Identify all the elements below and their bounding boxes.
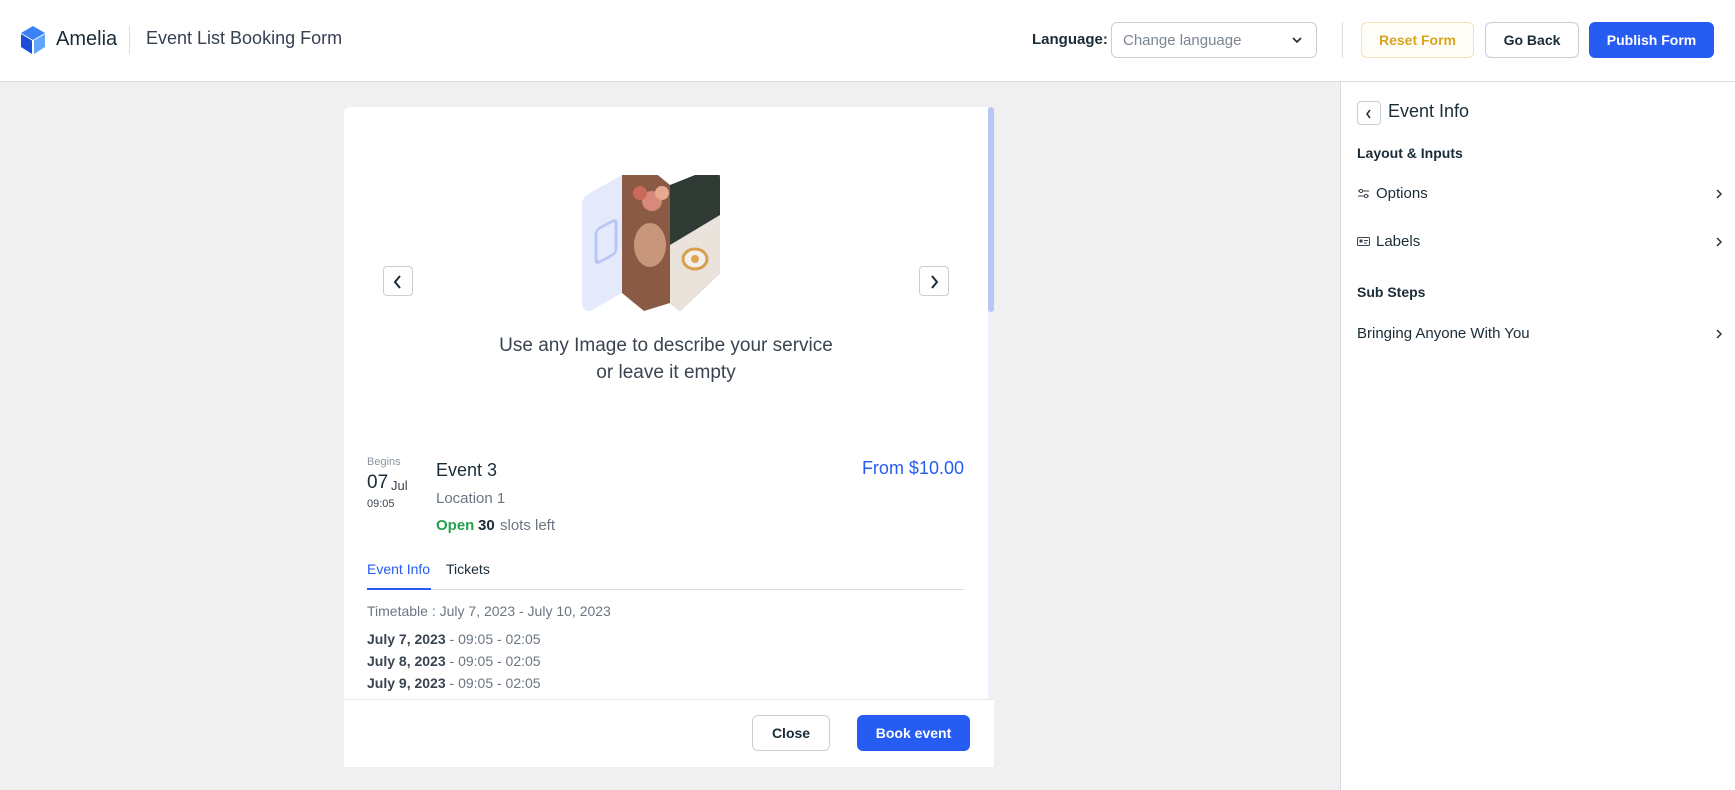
section-sub-steps: Sub Steps bbox=[1357, 284, 1426, 300]
go-back-button[interactable]: Go Back bbox=[1485, 22, 1579, 58]
tab-tickets[interactable]: Tickets bbox=[446, 561, 490, 577]
amelia-logo-icon bbox=[21, 26, 45, 54]
schedule-time: - 09:05 - 02:05 bbox=[445, 675, 541, 691]
top-header: Amelia Event List Booking Form Language:… bbox=[0, 0, 1735, 82]
image-caption-line2: or leave it empty bbox=[596, 362, 736, 383]
header-divider bbox=[1342, 22, 1343, 58]
publish-form-button[interactable]: Publish Form bbox=[1589, 22, 1714, 58]
panel-item-label: Labels bbox=[1376, 233, 1421, 250]
event-name: Event 3 bbox=[436, 460, 498, 480]
scrollbar-thumb[interactable] bbox=[988, 107, 994, 312]
schedule-date: July 9, 2023 bbox=[367, 675, 446, 691]
chevron-right-icon bbox=[931, 275, 939, 289]
panel-item-label: Options bbox=[1376, 185, 1428, 202]
panel-item-labels[interactable]: Labels bbox=[1357, 230, 1723, 254]
active-tab-indicator bbox=[367, 588, 431, 590]
gallery-next-button[interactable] bbox=[919, 266, 949, 296]
section-layout-inputs: Layout & Inputs bbox=[1357, 145, 1463, 161]
label-card-icon bbox=[1357, 237, 1370, 246]
chevron-right-icon bbox=[1716, 329, 1722, 339]
schedule-row: July 7, 2023 - 09:05 - 02:05 bbox=[367, 631, 541, 647]
chevron-right-icon bbox=[1716, 237, 1722, 247]
event-time: 09:05 bbox=[367, 498, 395, 510]
begins-label: Begins bbox=[367, 456, 401, 468]
language-label: Language: bbox=[1032, 31, 1108, 48]
schedule-row: July 9, 2023 - 09:05 - 02:05 bbox=[367, 675, 541, 691]
gallery-prev-button[interactable] bbox=[383, 266, 413, 296]
event-status: Open bbox=[436, 517, 475, 534]
schedule-date: July 7, 2023 bbox=[367, 631, 446, 647]
schedule-date: July 8, 2023 bbox=[367, 653, 446, 669]
chevron-left-icon bbox=[393, 275, 401, 289]
reset-form-button[interactable]: Reset Form bbox=[1361, 22, 1474, 58]
settings-panel: Event Info Layout & Inputs Options Label… bbox=[1340, 82, 1735, 790]
tab-event-info[interactable]: Event Info bbox=[367, 561, 430, 577]
panel-item-label: Bringing Anyone With You bbox=[1357, 325, 1530, 342]
slots-count: 30 bbox=[478, 517, 495, 534]
close-button[interactable]: Close bbox=[752, 715, 830, 751]
language-select-placeholder: Change language bbox=[1123, 32, 1242, 49]
tabs-divider bbox=[367, 589, 964, 590]
panel-item-bringing-anyone[interactable]: Bringing Anyone With You bbox=[1357, 322, 1723, 346]
language-select[interactable]: Change language bbox=[1111, 22, 1317, 58]
header-divider bbox=[129, 26, 130, 54]
schedule-row: July 8, 2023 - 09:05 - 02:05 bbox=[367, 653, 541, 669]
event-day: 07 bbox=[367, 472, 389, 493]
panel-item-options[interactable]: Options bbox=[1357, 182, 1723, 206]
chevron-down-icon bbox=[1292, 37, 1302, 44]
event-location: Location 1 bbox=[436, 490, 506, 507]
sliders-icon bbox=[1358, 188, 1369, 199]
event-price: From $10.00 bbox=[861, 458, 964, 478]
image-caption-line1: Use any Image to describe your service bbox=[499, 335, 833, 356]
brand-name: Amelia bbox=[56, 28, 118, 50]
book-event-button[interactable]: Book event bbox=[857, 715, 970, 751]
chevron-right-icon bbox=[1716, 189, 1722, 199]
panel-back-button[interactable] bbox=[1357, 101, 1381, 125]
schedule-time: - 09:05 - 02:05 bbox=[445, 631, 541, 647]
timetable-summary: Timetable : July 7, 2023 - July 10, 2023 bbox=[367, 603, 611, 619]
chevron-left-icon bbox=[1366, 109, 1371, 119]
schedule-time: - 09:05 - 02:05 bbox=[445, 653, 541, 669]
form-title: Event List Booking Form bbox=[146, 28, 343, 48]
service-image-placeholder bbox=[582, 175, 720, 311]
panel-title: Event Info bbox=[1388, 101, 1470, 121]
slots-left-text: slots left bbox=[500, 517, 556, 534]
event-month: Jul bbox=[391, 478, 408, 493]
image-caption: Use any Image to describe your service o… bbox=[344, 332, 988, 386]
